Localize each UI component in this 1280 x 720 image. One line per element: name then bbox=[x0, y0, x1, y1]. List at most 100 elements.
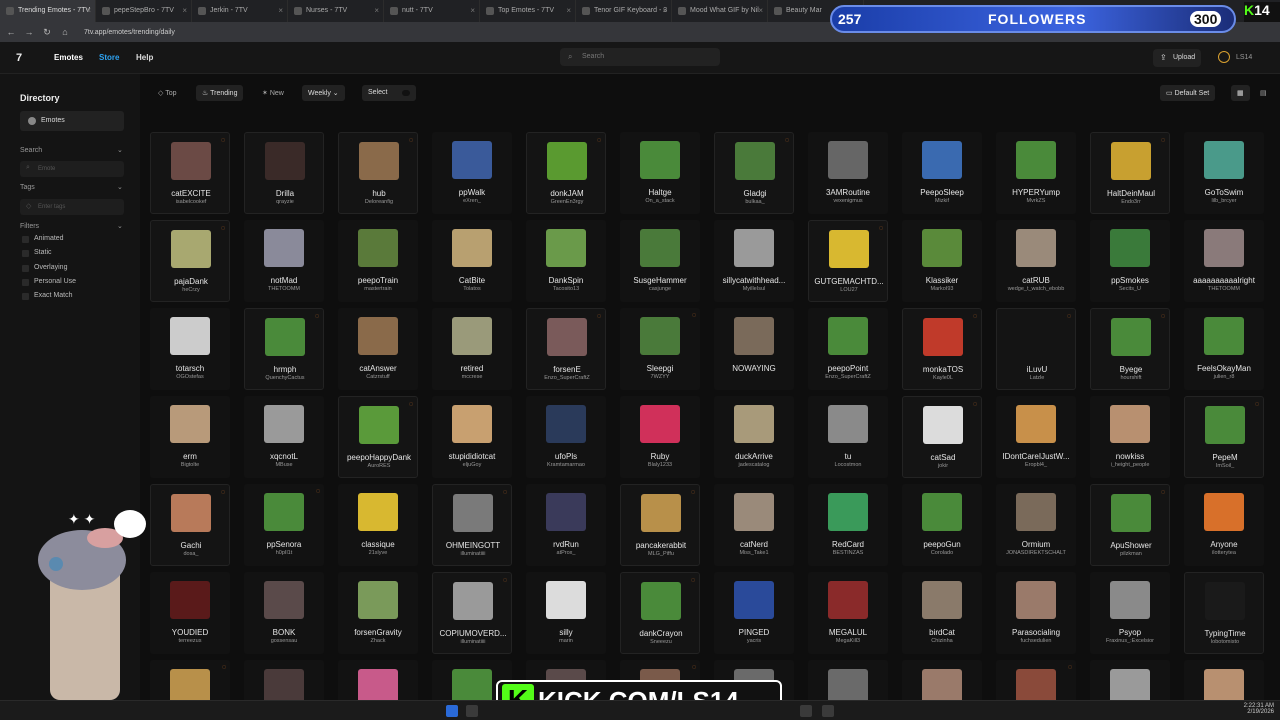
emote-card[interactable]: MEGALUL MegaKill3 bbox=[808, 572, 888, 654]
browser-tab[interactable]: Top Emotes - 7TV × bbox=[480, 0, 576, 22]
emote-card[interactable] bbox=[808, 660, 888, 700]
home-icon[interactable]: ⌂ bbox=[58, 27, 72, 37]
emote-card[interactable]: ◌ Gachi dosa_ bbox=[150, 484, 230, 566]
emote-card[interactable]: RedCard BESTINZAS bbox=[808, 484, 888, 566]
browser-tab[interactable]: pepeStepBro - 7TV × bbox=[96, 0, 192, 22]
emote-card[interactable] bbox=[244, 660, 324, 700]
emote-card[interactable]: Ormium JONASDIREKTSCHALT bbox=[996, 484, 1076, 566]
emote-card[interactable]: PeepoSleep Mizkif bbox=[902, 132, 982, 214]
url-text[interactable]: 7tv.app/emotes/trending/daily bbox=[84, 29, 175, 36]
tab-new[interactable]: ✶ New bbox=[256, 85, 290, 101]
chevron-down-icon[interactable]: ⌄ bbox=[117, 146, 123, 154]
7tv-logo-icon[interactable]: 7 bbox=[16, 52, 30, 64]
browser-tab[interactable]: Nurses - 7TV × bbox=[288, 0, 384, 22]
emote-card[interactable]: xqcnotL MBuse bbox=[244, 396, 324, 478]
emote-card[interactable]: ◌ hrmph QuenchyCactus bbox=[244, 308, 324, 390]
browser-tab[interactable]: Tenor GIF Keyboard - 3 × bbox=[576, 0, 672, 22]
browser-tab[interactable]: nutt - 7TV × bbox=[384, 0, 480, 22]
windows-start-icon[interactable] bbox=[446, 705, 458, 717]
search-input[interactable]: ⌕ Search bbox=[560, 48, 720, 66]
emote-card[interactable]: CatBite Tolatos bbox=[432, 220, 512, 302]
emote-card[interactable]: ◌ catEXCITE isabelcookef bbox=[150, 132, 230, 214]
default-set-button[interactable]: ▭ Default Set bbox=[1160, 85, 1216, 101]
sidebar-item-emotes[interactable]: Emotes bbox=[20, 111, 124, 131]
filter-exact-match[interactable]: Exact Match bbox=[22, 292, 73, 300]
emote-card[interactable]: ◌ GUTGEMACHTD... LOU27 bbox=[808, 220, 888, 302]
filter-personal-use[interactable]: Personal Use bbox=[22, 278, 76, 286]
emote-card[interactable]: SusgeHammer casjunge bbox=[620, 220, 700, 302]
forward-icon[interactable]: → bbox=[22, 27, 36, 37]
emote-card[interactable]: ◌ catSad jokir bbox=[902, 396, 982, 478]
emote-card[interactable]: totarsch OGOstefas bbox=[150, 308, 230, 390]
emote-card[interactable] bbox=[902, 660, 982, 700]
emote-card[interactable] bbox=[1090, 660, 1170, 700]
emote-card[interactable]: ppWalk eXren_ bbox=[432, 132, 512, 214]
emote-card[interactable]: ◌ ppSenora h0pIl1t bbox=[244, 484, 324, 566]
emote-card[interactable]: rvdRun atProx_ bbox=[526, 484, 606, 566]
user-menu[interactable]: LS14 bbox=[1218, 51, 1252, 63]
browser-tab[interactable]: Trending Emotes - 7TV × bbox=[0, 0, 96, 22]
emote-card[interactable]: ◌ bbox=[150, 660, 230, 700]
emote-card[interactable]: ◌ hub Deloreanfig bbox=[338, 132, 418, 214]
emote-card[interactable]: ◌ PepeM ImSoil_ bbox=[1184, 396, 1264, 478]
emote-card[interactable]: erm Bigtolte bbox=[150, 396, 230, 478]
close-icon[interactable]: × bbox=[278, 6, 283, 15]
emote-card[interactable]: DankSpin Tacosito13 bbox=[526, 220, 606, 302]
emote-card[interactable]: duckArrive jadescatalog bbox=[714, 396, 794, 478]
grid-view-icon[interactable]: ▦ bbox=[1231, 85, 1250, 101]
emote-card[interactable]: forsenGravity Zhack bbox=[338, 572, 418, 654]
emote-card[interactable]: notMad THETOOMM bbox=[244, 220, 324, 302]
emote-card[interactable]: Psyop Fraxinus_:Excelsior bbox=[1090, 572, 1170, 654]
emote-card[interactable] bbox=[338, 660, 418, 700]
emote-card[interactable]: ◌ COPIUMOVERD... illuminatiiii bbox=[432, 572, 512, 654]
emote-card[interactable]: ◌ forsenE Enzo_SuperCraftZ bbox=[526, 308, 606, 390]
emote-card[interactable]: ◌ monkaTOS Kayle0L bbox=[902, 308, 982, 390]
emote-filter-input[interactable]: ⌕ Emote bbox=[20, 161, 124, 177]
period-dropdown[interactable]: Weekly ⌄ bbox=[302, 85, 345, 101]
tab-trending[interactable]: ♨ Trending bbox=[196, 85, 244, 101]
upload-button[interactable]: ⇪ Upload bbox=[1153, 49, 1201, 67]
close-icon[interactable]: × bbox=[758, 6, 763, 15]
emote-card[interactable]: ◌ pancakerabbit MLG_Piffu bbox=[620, 484, 700, 566]
emote-card[interactable]: Drilla qrayzie bbox=[244, 132, 324, 214]
app-icon[interactable] bbox=[800, 705, 812, 717]
emote-card[interactable]: catRUB wedge_t_watch_ebobb bbox=[996, 220, 1076, 302]
emote-card[interactable]: birdCat Chizinha bbox=[902, 572, 982, 654]
nav-store[interactable]: Store bbox=[99, 53, 119, 62]
emote-card[interactable]: stupididiotcat eljuGoy bbox=[432, 396, 512, 478]
emote-card[interactable]: catNerd Miss_Take1 bbox=[714, 484, 794, 566]
emote-card[interactable]: ◌ Sleepgi 7WZYY bbox=[620, 308, 700, 390]
emote-card[interactable]: Klassiker MarkoI93 bbox=[902, 220, 982, 302]
close-icon[interactable]: × bbox=[566, 6, 571, 15]
emote-card[interactable]: ◌ bbox=[996, 660, 1076, 700]
emote-card[interactable]: peepoPoint Enzo_SuperCraftZ bbox=[808, 308, 888, 390]
emote-card[interactable] bbox=[1184, 660, 1264, 700]
emote-card[interactable]: 3AMRoutine vexenigmus bbox=[808, 132, 888, 214]
emote-card[interactable]: ◌ peepoHappyDank AuroRES bbox=[338, 396, 418, 478]
tab-top[interactable]: ◇ Top bbox=[152, 85, 183, 101]
emote-card[interactable]: ◌ Byege hourshift bbox=[1090, 308, 1170, 390]
emote-card[interactable]: peepoTrain mastertrain bbox=[338, 220, 418, 302]
emote-card[interactable]: NOWAYING bbox=[714, 308, 794, 390]
emote-card[interactable]: IDontCareIJustW... Eropbl4_ bbox=[996, 396, 1076, 478]
filter-overlaying[interactable]: Overlaying bbox=[22, 264, 67, 272]
filter-static[interactable]: Static bbox=[22, 249, 52, 257]
emote-card[interactable]: YOUDIED terreezus bbox=[150, 572, 230, 654]
emote-card[interactable]: nowkiss i_height_people bbox=[1090, 396, 1170, 478]
emote-card[interactable]: HYPERYump MvrkZS bbox=[996, 132, 1076, 214]
emote-card[interactable]: ppSmokes Secits_U bbox=[1090, 220, 1170, 302]
emote-card[interactable]: ◌ dankCrayon Sneeezu bbox=[620, 572, 700, 654]
emote-card[interactable]: ◌ pajaDank heCrzy bbox=[150, 220, 230, 302]
search-icon[interactable] bbox=[466, 705, 478, 717]
emote-card[interactable]: ◌ iLuvU Latzle bbox=[996, 308, 1076, 390]
emote-card[interactable]: peepoGun Corolado bbox=[902, 484, 982, 566]
emote-card[interactable]: aaaaaaaaaalright THETOOMM bbox=[1184, 220, 1264, 302]
emote-card[interactable]: retired mccrese bbox=[432, 308, 512, 390]
select-toggle[interactable]: Select bbox=[362, 85, 416, 101]
browser-tab[interactable]: Jerkin - 7TV × bbox=[192, 0, 288, 22]
emote-card[interactable]: Haltge On_a_stack bbox=[620, 132, 700, 214]
filter-animated[interactable]: Animated bbox=[22, 235, 64, 243]
tags-input[interactable]: ◇ Enter tags bbox=[20, 199, 124, 215]
emote-card[interactable]: PINGED yacris bbox=[714, 572, 794, 654]
emote-card[interactable]: tu Locostmon bbox=[808, 396, 888, 478]
